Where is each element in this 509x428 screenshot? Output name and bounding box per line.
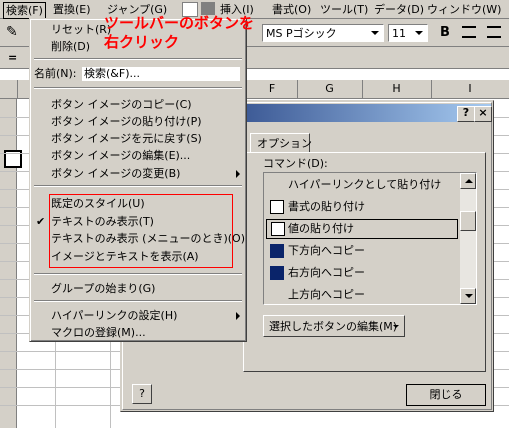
help-button[interactable]: ? bbox=[132, 384, 152, 404]
fill-down-icon bbox=[270, 244, 284, 258]
format-painter-icon[interactable]: ✎ bbox=[6, 25, 18, 39]
menu-find[interactable]: 検索(F) bbox=[3, 2, 46, 19]
menu-replace[interactable]: 置換(E) bbox=[53, 2, 91, 17]
menu-separator bbox=[34, 185, 242, 187]
menu-data[interactable]: データ(D) bbox=[374, 2, 424, 17]
menu-item-text-only-menus[interactable]: テキストのみ表示 (メニューのとき)(O) bbox=[51, 230, 245, 247]
list-item[interactable]: 右方向へコピー bbox=[266, 263, 458, 283]
scrollbar[interactable] bbox=[460, 173, 476, 304]
menu-separator bbox=[34, 300, 242, 302]
list-item-label: 下方向へコピー bbox=[288, 244, 365, 257]
annotation-line-1: ツールバーのボタンを bbox=[104, 14, 255, 32]
align-center-icon[interactable] bbox=[487, 26, 501, 38]
menu-separator bbox=[34, 273, 242, 275]
fill-right-icon bbox=[270, 266, 284, 280]
menu-item-delete[interactable]: 削除(D) bbox=[51, 38, 90, 55]
column-header-h[interactable]: H bbox=[362, 80, 432, 98]
tab-options-label: オプション bbox=[257, 137, 312, 150]
chevron-down-icon bbox=[415, 31, 423, 35]
menu-tools[interactable]: ツール(T) bbox=[320, 2, 368, 17]
close-button[interactable]: 閉じる bbox=[406, 384, 486, 406]
column-header-g[interactable]: G bbox=[297, 80, 363, 98]
list-item-label: ハイパーリンクとして貼り付け bbox=[288, 178, 442, 191]
list-item-label: 書式の貼り付け bbox=[288, 200, 365, 213]
name-field[interactable]: 検索(&F)... bbox=[82, 67, 240, 81]
annotation-text: ツールバーのボタンを 右クリック bbox=[104, 14, 254, 52]
menu-separator bbox=[34, 58, 242, 60]
menu-window[interactable]: ウィンドウ(W) bbox=[427, 2, 501, 17]
paste-format-icon bbox=[270, 200, 284, 214]
edit-selected-label: 選択したボタンの編集(M) bbox=[269, 320, 398, 333]
menu-item-edit-image[interactable]: ボタン イメージの編集(E)... bbox=[51, 147, 190, 164]
menu-item-reset-image[interactable]: ボタン イメージを元に戻す(S) bbox=[51, 130, 202, 147]
menu-item-copy-image[interactable]: ボタン イメージのコピー(C) bbox=[51, 96, 192, 113]
select-all-corner[interactable] bbox=[0, 80, 18, 98]
menu-item-name-label: 名前(N): bbox=[34, 67, 77, 80]
list-item[interactable]: 上方向へコピー bbox=[266, 285, 458, 305]
list-item[interactable]: ハイパーリンクとして貼り付け bbox=[266, 175, 458, 195]
list-item[interactable]: 書式の貼り付け bbox=[266, 197, 458, 217]
submenu-arrow-icon bbox=[236, 170, 240, 178]
row-headers bbox=[0, 99, 17, 428]
annotation-line-2: 右クリック bbox=[104, 33, 180, 51]
menu-format[interactable]: 書式(O) bbox=[272, 2, 311, 17]
close-title-button[interactable]: × bbox=[474, 106, 492, 122]
help-icon: ? bbox=[139, 387, 145, 400]
list-item[interactable]: 下方向へコピー bbox=[266, 241, 458, 261]
list-item-label: 値の貼り付け bbox=[288, 222, 354, 235]
font-size-select[interactable]: 11 bbox=[388, 24, 428, 42]
commands-list[interactable]: ハイパーリンクとして貼り付け 書式の貼り付け 値の貼り付け 下方向へコピー 右方… bbox=[263, 172, 477, 305]
edit-selected-button[interactable]: 選択したボタンの編集(M) bbox=[263, 315, 405, 337]
align-left-icon[interactable] bbox=[462, 26, 476, 38]
menu-item-text-only[interactable]: テキストのみ表示(T) bbox=[51, 213, 154, 230]
submenu-arrow-icon bbox=[236, 312, 240, 320]
chevron-down-icon bbox=[393, 325, 399, 328]
list-item-label: 上方向へコピー bbox=[288, 288, 365, 301]
menu-item-default-style[interactable]: 既定のスタイル(U) bbox=[51, 195, 145, 212]
font-name-value: MS Pゴシック bbox=[266, 27, 337, 40]
menu-item-assign-macro[interactable]: マクロの登録(M)... bbox=[51, 324, 146, 341]
check-icon: ✔ bbox=[36, 215, 46, 228]
scroll-down-button[interactable] bbox=[460, 288, 476, 304]
chevron-down-icon bbox=[371, 31, 379, 35]
font-size-value: 11 bbox=[392, 27, 406, 40]
bold-button[interactable]: B bbox=[440, 25, 450, 40]
tab-options[interactable]: オプション bbox=[250, 133, 312, 153]
menu-separator bbox=[34, 87, 242, 89]
list-item-label: 右方向へコピー bbox=[288, 266, 365, 279]
chevron-down-icon bbox=[465, 294, 473, 298]
menu-item-paste-image[interactable]: ボタン イメージの貼り付け(P) bbox=[51, 113, 202, 130]
menu-item-change-image[interactable]: ボタン イメージの変更(B) bbox=[51, 165, 180, 182]
scroll-thumb[interactable] bbox=[460, 211, 476, 231]
menu-item-image-and-text[interactable]: イメージとテキストを表示(A) bbox=[51, 248, 199, 265]
menu-bar: 検索(F) 置換(E) ジャンプ(G) 挿入(I) 書式(O) ツール(T) デ… bbox=[0, 0, 509, 19]
column-header-f[interactable]: F bbox=[247, 80, 298, 98]
chevron-up-icon bbox=[465, 179, 473, 183]
context-menu: リセット(R) 削除(D) 名前(N): 検索(&F)... ボタン イメージの… bbox=[29, 18, 247, 342]
help-title-button[interactable]: ? bbox=[457, 106, 475, 122]
menu-item-hyperlink[interactable]: ハイパーリンクの設定(H) bbox=[51, 307, 177, 324]
commands-label: コマンド(D): bbox=[263, 157, 328, 170]
scroll-up-button[interactable] bbox=[460, 173, 476, 189]
font-name-select[interactable]: MS Pゴシック bbox=[262, 24, 384, 42]
equals-sign: = bbox=[8, 51, 18, 64]
menu-item-begin-group[interactable]: グループの始まり(G) bbox=[51, 280, 155, 297]
column-header-i[interactable]: I bbox=[431, 80, 509, 98]
paste-values-icon bbox=[271, 222, 285, 236]
close-button-label: 閉じる bbox=[429, 388, 463, 401]
menu-item-reset[interactable]: リセット(R) bbox=[51, 21, 111, 38]
list-item-selected[interactable]: 値の貼り付け bbox=[266, 219, 458, 239]
